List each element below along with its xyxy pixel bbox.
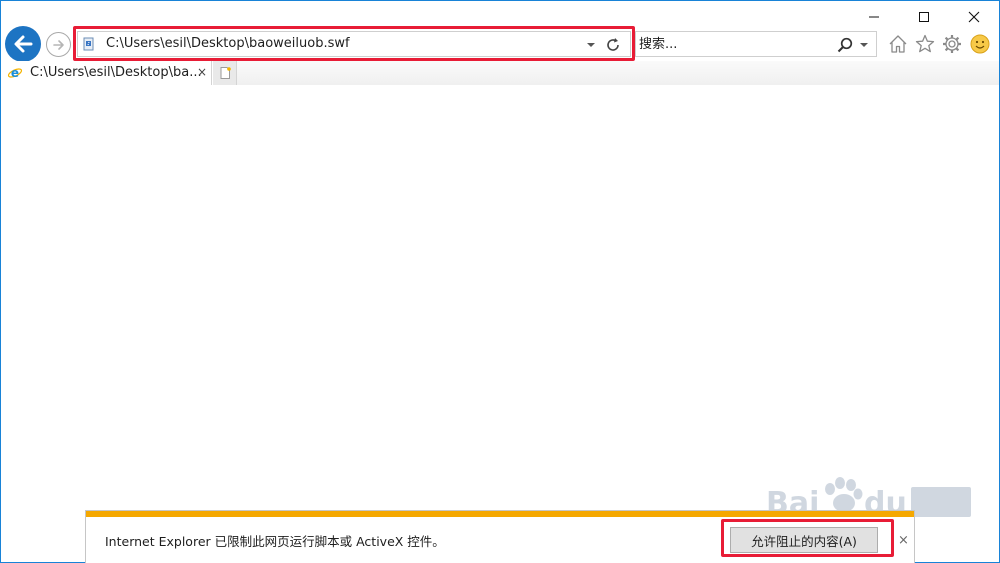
tab-current[interactable]: e C:\Users\esil\Desktop\ba... × [1,61,212,85]
tab-strip [237,61,999,85]
svg-text:e: e [11,66,19,80]
close-window-button[interactable] [949,5,999,29]
tools-button[interactable] [941,33,963,55]
search-input[interactable] [639,35,819,53]
notification-close-button[interactable]: × [898,533,909,548]
browser-window: C:\Users\esil\Desktop\baoweiluob.swf 搜索.… [0,0,1000,563]
home-icon [889,35,907,53]
dropdown-icon[interactable] [859,41,869,49]
forward-arrow-icon [52,39,64,50]
forward-button[interactable] [46,32,71,57]
search-icon[interactable] [836,36,854,54]
notification-stripe [86,511,914,517]
search-box[interactable] [635,31,877,57]
notification-message: Internet Explorer 已限制此网页运行脚本或 ActiveX 控件… [105,534,445,549]
smiley-feedback-icon [970,34,990,54]
gear-icon [943,35,961,53]
new-tab-icon [220,67,231,79]
close-icon [968,11,980,23]
home-button[interactable] [887,33,909,55]
new-tab-button[interactable] [213,61,237,85]
favorites-button[interactable] [914,33,936,55]
maximize-icon [919,12,929,22]
address-bar-highlight [73,26,635,61]
allow-button-highlight [721,519,894,557]
feedback-button[interactable] [969,33,991,55]
minimize-button[interactable] [849,5,899,29]
maximize-button[interactable] [899,5,949,29]
tab-title: C:\Users\esil\Desktop\ba... [30,65,202,80]
ie-logo-icon: e [7,66,23,80]
back-button[interactable] [5,26,41,62]
favorites-star-icon [915,34,935,53]
back-arrow-icon [14,35,33,53]
window-caption-buttons [849,5,999,29]
tab-close-button[interactable]: × [197,65,207,79]
minimize-icon [869,16,879,18]
